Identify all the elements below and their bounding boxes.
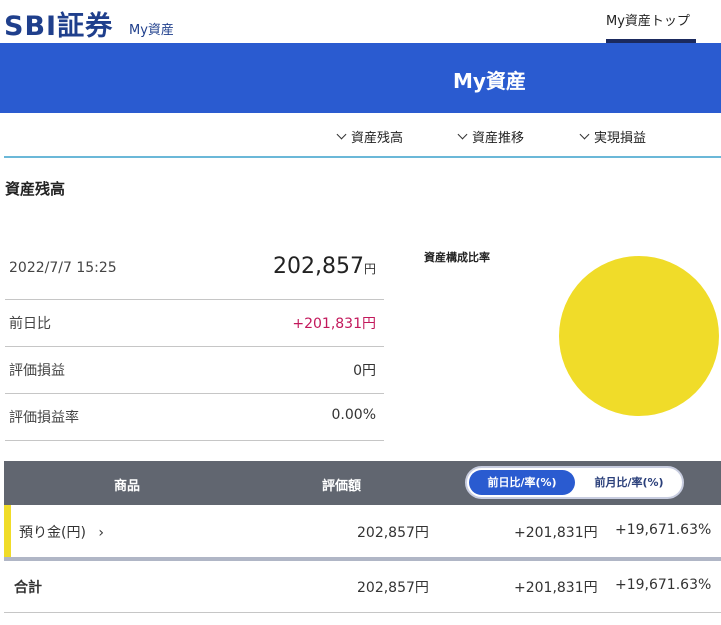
total-valuation: 202,857円 [357,580,429,596]
pie-slice-deposit [559,256,719,416]
chevron-down-icon [457,129,468,140]
product-link[interactable]: 預り金(円) › [19,522,104,542]
header-valuation: 評価額 [322,479,362,494]
summary-row: 前日比 +201,831円 [5,300,384,347]
summary-row: 評価損益 0円 [5,347,384,394]
composition-pie-chart [559,256,719,416]
chevron-right-icon: › [98,525,104,541]
composition-title: 資産構成比率 [424,251,490,264]
summary-label: 評価損益 [9,363,65,379]
summary-value: +201,831円 [292,316,376,332]
sbi-logo[interactable]: SBI証券 [4,4,113,43]
monthly-change-toggle[interactable]: 前月比/率(%) [577,470,681,495]
summary-row: 評価損益率 0.00% [5,394,384,441]
header-product: 商品 [114,479,141,494]
summary-value: 0.00% [331,407,376,423]
total-label: 合計 [14,580,42,596]
nav-asset-balance[interactable]: 資産残高 [336,127,404,146]
summary-label: 評価損益率 [9,410,79,426]
total-divider [4,612,721,613]
section-title: 資産残高 [5,180,66,198]
summary-total: 202,857円 [273,254,376,279]
nav-item-label: 資産推移 [472,131,525,146]
holdings-table-header: 商品 評価額 前日比/率(%) 前月比/率(%) [4,461,721,505]
nav-divider [4,156,721,158]
summary-total-row: 2022/7/7 15:25 202,857円 [5,240,384,300]
chevron-down-icon [579,129,590,140]
yen-unit: 円 [363,262,376,276]
summary-label: 前日比 [9,316,51,332]
total-rate: +19,671.63% [615,577,712,593]
chevron-down-icon [336,129,347,140]
change-period-toggle: 前日比/率(%) 前月比/率(%) [465,466,684,499]
total-row: 合計 202,857円 +201,831円 +19,671.63% [4,561,721,612]
summary-value: 0円 [353,363,376,379]
nav-realized-pl[interactable]: 実現損益 [579,127,647,146]
summary-datetime: 2022/7/7 15:25 [9,260,117,276]
page-banner: My資産 [0,43,721,113]
nav-item-label: 実現損益 [594,131,647,146]
table-row: 預り金(円) › 202,857円 +201,831円 +19,671.63% [4,505,721,557]
top-header: SBI証券 My資産 My資産トップ [0,0,721,43]
total-change: +201,831円 [514,580,598,596]
row-change: +201,831円 [514,525,598,541]
my-assets-top-link[interactable]: My資産トップ [606,10,690,29]
nav-item-label: 資産残高 [351,131,404,146]
daily-change-toggle[interactable]: 前日比/率(%) [469,470,575,495]
nav-asset-trend[interactable]: 資産推移 [457,127,525,146]
total-value: 202,857 [273,254,364,279]
asset-color-marker [4,505,11,557]
row-valuation: 202,857円 [357,525,429,541]
section-nav: 資産残高 資産推移 実現損益 [0,113,721,159]
product-name: 預り金(円) [19,525,86,541]
page-title: My資産 [453,69,526,93]
header-sub-label: My資産 [129,23,174,38]
row-rate: +19,671.63% [615,522,712,538]
